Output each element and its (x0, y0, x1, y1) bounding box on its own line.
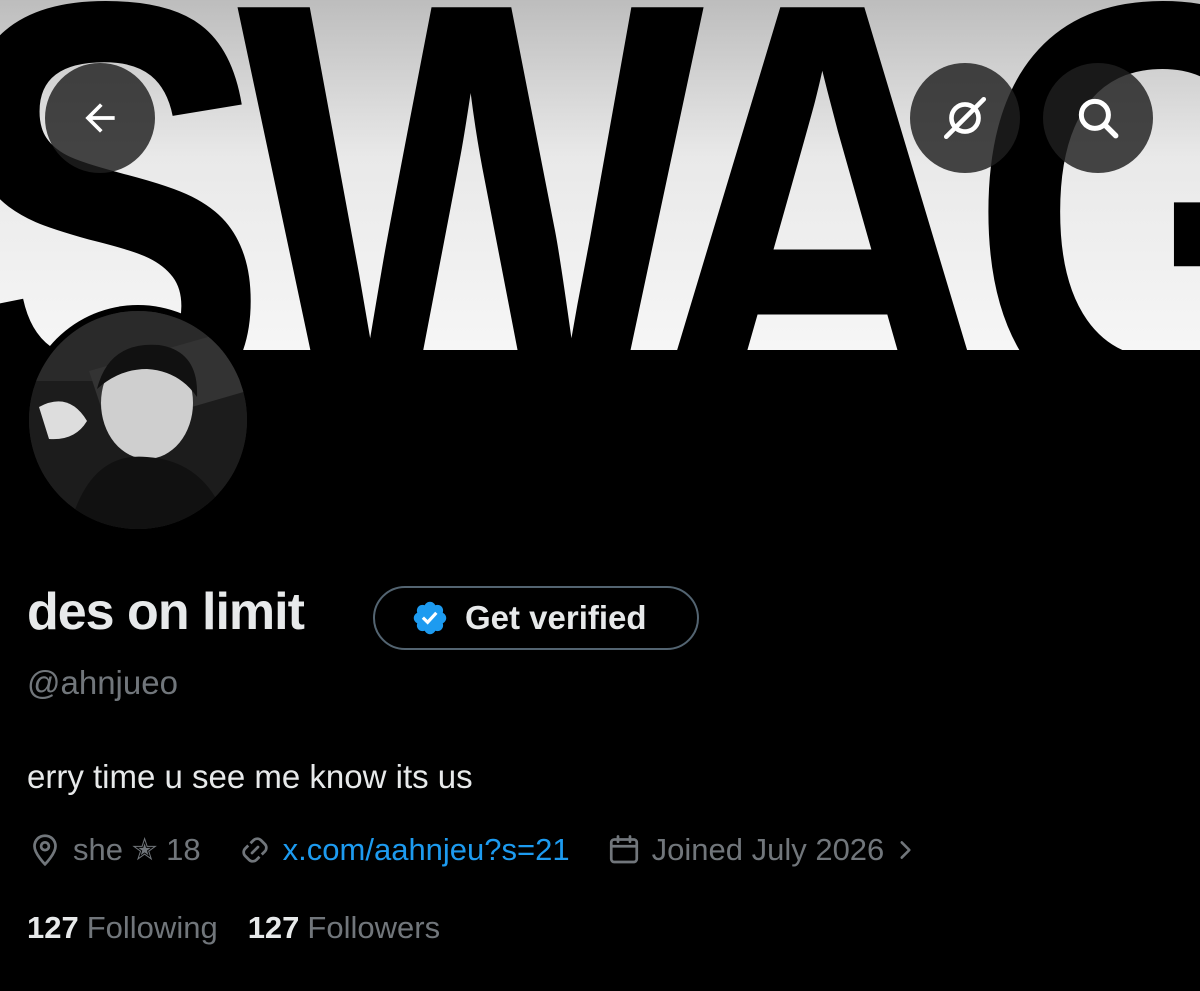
banner-text: SWAG (0, 0, 1200, 350)
followers-link[interactable]: 127 Followers (248, 910, 440, 946)
following-label: Following (86, 910, 218, 945)
profile-meta: she ✭ 18 x.com/aahnjeu?s=21 Joined July … (27, 830, 918, 870)
get-verified-button[interactable]: Get verified (373, 586, 699, 650)
following-link[interactable]: 127 Following (27, 910, 218, 946)
website-link[interactable]: x.com/aahnjeu?s=21 (283, 832, 570, 868)
link-icon (242, 837, 268, 863)
display-name: des on limit (27, 583, 305, 641)
search-button[interactable] (1043, 63, 1153, 173)
following-count: 127 (27, 910, 79, 945)
get-verified-label: Get verified (465, 599, 647, 636)
calendar-icon (609, 835, 638, 864)
banner-image: SWAG (0, 0, 1200, 350)
bio: erry time u see me know its us (27, 758, 473, 795)
arrow-left-icon (85, 103, 115, 133)
follow-stats: 127 Following 127 Followers (27, 910, 440, 946)
verified-badge-icon (413, 601, 447, 635)
joined-date[interactable]: Joined July 2026 (652, 832, 885, 868)
followers-label: Followers (307, 910, 441, 945)
search-icon (1078, 98, 1119, 139)
avatar-image (29, 311, 247, 529)
chevron-right-icon[interactable] (892, 835, 918, 865)
back-button[interactable] (45, 63, 155, 173)
location-pin-icon (33, 834, 57, 867)
grok-icon (943, 96, 987, 140)
location-text: she ✭ 18 (73, 832, 201, 867)
profile-banner[interactable]: SWAG (0, 0, 1200, 350)
followers-count: 127 (247, 910, 300, 945)
avatar[interactable] (23, 305, 253, 535)
grok-button[interactable] (910, 63, 1020, 173)
user-handle: @ahnjueo (27, 664, 178, 701)
